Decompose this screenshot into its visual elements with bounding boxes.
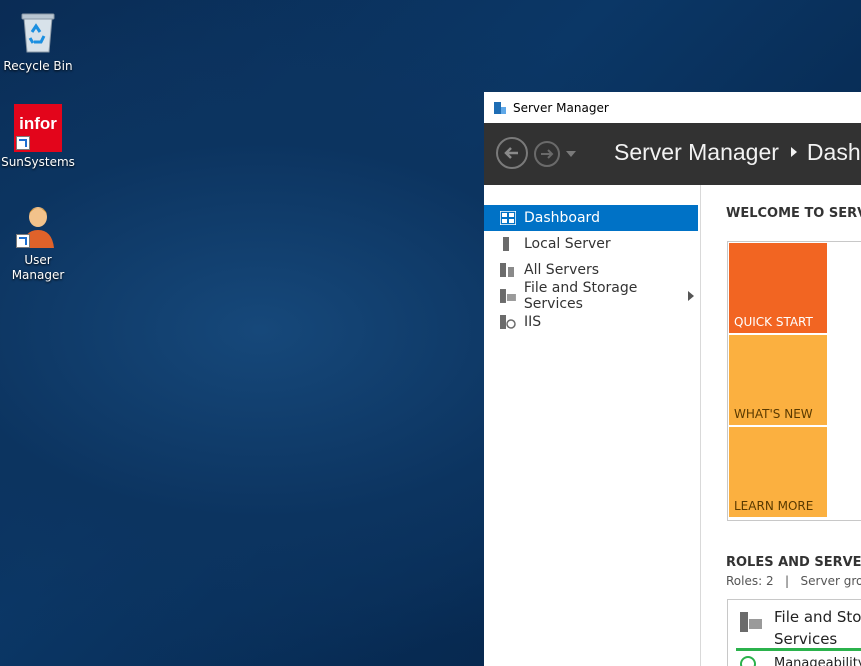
- tile-label: WHAT'S NEW: [734, 407, 813, 421]
- back-button[interactable]: [496, 137, 528, 169]
- welcome-title: WELCOME TO SERVE: [726, 206, 861, 221]
- history-dropdown-icon[interactable]: [566, 151, 576, 157]
- sidebar-item-label: IIS: [524, 314, 542, 330]
- sidebar-item-file-storage[interactable]: File and Storage Services: [484, 280, 700, 312]
- breadcrumb-current: Dashb: [806, 139, 861, 165]
- roles-subtitle: Roles: 2 | Server groups: [726, 574, 861, 588]
- role-card-title-line2: Services: [774, 630, 838, 648]
- breadcrumb: Server Manager Dashb: [614, 139, 861, 166]
- desktop-icon-sunsystems[interactable]: infor SunSystems: [0, 104, 76, 170]
- server-manager-app-icon: [494, 101, 506, 114]
- status-bar: [736, 648, 861, 651]
- file-storage-icon: [740, 612, 762, 632]
- tile-learn-more[interactable]: LEARN MORE: [729, 427, 827, 517]
- desktop-icon-recycle-bin[interactable]: Recycle Bin: [0, 8, 76, 74]
- breadcrumb-root[interactable]: Server Manager: [614, 139, 779, 165]
- sidebar-item-label: All Servers: [524, 262, 600, 278]
- infor-logo-text: infor: [19, 114, 57, 133]
- forward-button[interactable]: [534, 141, 560, 167]
- status-ok-icon: [740, 656, 756, 666]
- sidebar-item-iis[interactable]: IIS: [484, 309, 700, 335]
- sidebar-item-label: Dashboard: [524, 210, 600, 226]
- desktop-icon-user-manager[interactable]: User Manager: [0, 202, 76, 283]
- infor-logo-icon: infor: [14, 104, 62, 152]
- user-manager-icon: [14, 202, 62, 250]
- sidebar-item-local-server[interactable]: Local Server: [484, 231, 700, 257]
- toolbar: Server Manager Dashb: [484, 123, 861, 185]
- roles-title: ROLES AND SERVER: [726, 555, 861, 570]
- sidebar-item-label: Local Server: [524, 236, 611, 252]
- recycle-bin-icon: [14, 8, 62, 56]
- forward-arrow-icon: [541, 149, 554, 159]
- desktop-icon-label: SunSystems: [1, 155, 75, 169]
- tile-label: QUICK START: [734, 315, 813, 329]
- dashboard-content: WELCOME TO SERVE QUICK START WHAT'S NEW …: [701, 185, 861, 666]
- role-card-status[interactable]: Manageability: [774, 656, 861, 666]
- tile-quick-start[interactable]: QUICK START: [729, 243, 827, 333]
- all-servers-icon: [500, 263, 514, 277]
- sidebar-item-label: File and Storage Services: [523, 280, 638, 312]
- back-arrow-icon: [504, 147, 518, 159]
- desktop-icon-label: Recycle Bin: [3, 59, 73, 73]
- sidebar-item-dashboard[interactable]: Dashboard: [484, 205, 698, 231]
- tile-whats-new[interactable]: WHAT'S NEW: [729, 335, 827, 425]
- sidebar: Dashboard Local Server All Servers File …: [484, 185, 701, 666]
- role-card-title-line1: File and Stor: [774, 608, 861, 626]
- local-server-icon: [503, 237, 509, 251]
- shortcut-arrow-icon: [16, 136, 30, 150]
- role-card-file-storage[interactable]: File and Stor Services Manageability: [727, 599, 861, 666]
- title-bar[interactable]: Server Manager: [484, 92, 861, 123]
- window-title: Server Manager: [513, 100, 609, 115]
- breadcrumb-separator-icon: [790, 147, 797, 158]
- dashboard-icon: [500, 211, 516, 225]
- server-manager-window[interactable]: Server Manager Server Manager Dashb: [484, 92, 861, 666]
- welcome-tiles: QUICK START WHAT'S NEW LEARN MORE: [727, 241, 861, 521]
- desktop-icon-label: User Manager: [11, 253, 65, 282]
- role-card-title[interactable]: File and Stor Services: [774, 606, 861, 650]
- shortcut-arrow-icon: [16, 234, 30, 248]
- file-storage-icon: [500, 289, 516, 303]
- iis-icon: [500, 315, 516, 329]
- submenu-arrow-icon[interactable]: [688, 291, 694, 301]
- tile-label: LEARN MORE: [734, 499, 814, 513]
